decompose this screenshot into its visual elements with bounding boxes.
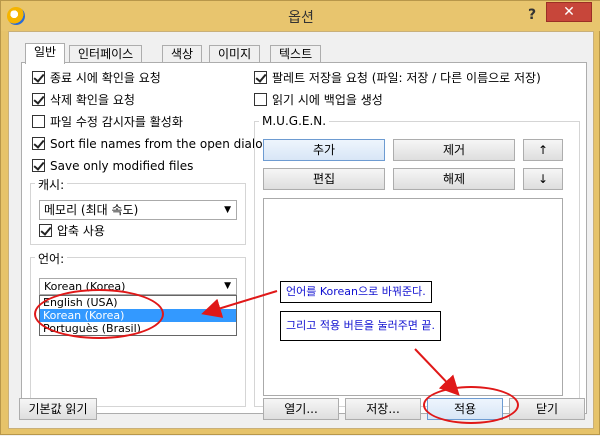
open-button[interactable]: 열기... xyxy=(263,398,339,420)
options-window: 옵션 ? ✕ 일반 인터페이스 색상 이미지 텍스트 종료 시에 확인을 요청 … xyxy=(0,0,600,435)
backup-on-read-label: 읽기 시에 백업을 생성 xyxy=(272,93,383,107)
dialog-client: 일반 인터페이스 색상 이미지 텍스트 종료 시에 확인을 요청 삭제 확인을 … xyxy=(8,31,594,429)
load-defaults-button[interactable]: 기본값 읽기 xyxy=(19,398,97,420)
confirm-exit-checkbox[interactable]: 종료 시에 확인을 요청 xyxy=(32,71,161,87)
move-down-button[interactable]: ↓ xyxy=(523,168,563,190)
compress-label: 압축 사용 xyxy=(57,224,105,238)
checkbox-box xyxy=(254,71,267,84)
sort-file-names-label: Sort file names from the open dialog xyxy=(50,137,271,151)
compress-checkbox[interactable]: 압축 사용 xyxy=(39,224,105,240)
checkbox-box xyxy=(254,93,267,106)
general-tab-panel: 종료 시에 확인을 요청 삭제 확인을 요청 파일 수정 감시자를 활성화 So… xyxy=(21,62,587,414)
cache-combo[interactable]: 메모리 (최대 속도) ▼ xyxy=(39,200,237,220)
tab-text[interactable]: 텍스트 xyxy=(270,45,322,63)
remove-button[interactable]: 제거 xyxy=(393,139,515,161)
annotation-note-2: 그리고 적용 버튼을 눌러주면 끝. xyxy=(280,311,442,341)
chevron-down-icon: ▼ xyxy=(224,281,231,291)
cache-label: 캐시: xyxy=(35,176,68,193)
annotation-circle-apply xyxy=(423,386,519,424)
release-button[interactable]: 해제 xyxy=(393,168,515,190)
checkbox-box xyxy=(32,115,45,128)
help-button[interactable]: ? xyxy=(522,6,542,24)
confirm-palette-save-checkbox[interactable]: 팔레트 저장을 요청 (파일: 저장 / 다른 이름으로 저장) xyxy=(254,71,541,87)
move-up-button[interactable]: ↑ xyxy=(523,139,563,161)
edit-button[interactable]: 편집 xyxy=(263,168,385,190)
tab-interface[interactable]: 인터페이스 xyxy=(69,45,143,63)
tab-general[interactable]: 일반 xyxy=(25,43,66,64)
checkbox-box xyxy=(32,137,45,150)
save-button[interactable]: 저장... xyxy=(345,398,421,420)
checkbox-box xyxy=(32,93,45,106)
file-watcher-label: 파일 수정 감시자를 활성화 xyxy=(50,115,183,129)
confirm-delete-checkbox[interactable]: 삭제 확인을 요청 xyxy=(32,93,135,109)
close-button[interactable]: 닫기 xyxy=(509,398,585,420)
confirm-palette-save-label: 팔레트 저장을 요청 (파일: 저장 / 다른 이름으로 저장) xyxy=(272,71,541,85)
checkbox-box xyxy=(32,71,45,84)
cache-group: 캐시: 메모리 (최대 속도) ▼ 압축 사용 xyxy=(30,176,246,245)
confirm-delete-label: 삭제 확인을 요청 xyxy=(50,93,135,107)
checkbox-box xyxy=(32,159,45,172)
mugen-group: M.U.G.E.N. 추가 제거 ↑ 편집 해제 ↓ xyxy=(254,114,580,407)
close-window-button[interactable]: ✕ xyxy=(546,2,592,22)
backup-on-read-checkbox[interactable]: 읽기 시에 백업을 생성 xyxy=(254,93,383,109)
annotation-note-1: 언어를 Korean으로 바꿔준다. xyxy=(280,281,432,303)
save-modified-label: Save only modified files xyxy=(50,159,194,173)
mugen-label: M.U.G.E.N. xyxy=(259,114,330,128)
chevron-down-icon: ▼ xyxy=(224,205,231,215)
file-watcher-checkbox[interactable]: 파일 수정 감시자를 활성화 xyxy=(32,115,183,131)
confirm-exit-label: 종료 시에 확인을 요청 xyxy=(50,71,161,85)
checkbox-box xyxy=(39,224,52,237)
title-bar[interactable]: 옵션 ? ✕ xyxy=(1,1,600,31)
window-title: 옵션 xyxy=(288,10,314,26)
language-label: 언어: xyxy=(35,250,68,267)
tab-image[interactable]: 이미지 xyxy=(209,45,261,63)
tab-color[interactable]: 색상 xyxy=(162,45,203,63)
add-button[interactable]: 추가 xyxy=(263,139,385,161)
annotation-circle-language xyxy=(34,289,164,339)
save-modified-checkbox[interactable]: Save only modified files xyxy=(32,159,193,175)
sort-file-names-checkbox[interactable]: Sort file names from the open dialog xyxy=(32,137,270,153)
cache-combo-value: 메모리 (최대 속도) xyxy=(44,203,139,217)
